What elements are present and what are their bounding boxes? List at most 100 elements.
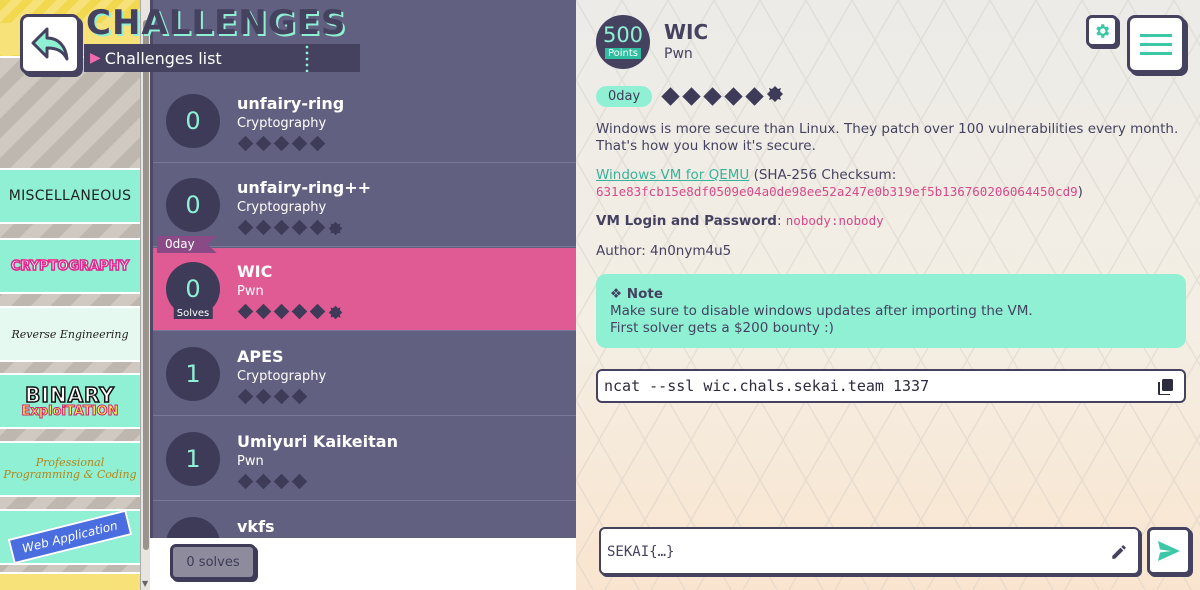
difficulty-diamond-icon (703, 86, 722, 106)
challenge-row[interactable]: 0 Solves WIC Pwn (153, 248, 576, 331)
challenge-name: vkfs (237, 517, 275, 536)
challenge-row[interactable]: 1 Umiyuri Kaikeitan Pwn (153, 418, 576, 501)
difficulty-diamond-icon (291, 388, 308, 405)
solve-count-value: 0 (185, 107, 201, 135)
back-button[interactable] (20, 14, 80, 74)
difficulty-diamond-icon (309, 219, 326, 236)
submit-flag-button[interactable] (1147, 527, 1191, 575)
points-badge: 500 Points (596, 15, 650, 69)
menu-button[interactable] (1127, 15, 1185, 73)
challenge-category: Pwn (237, 454, 264, 469)
download-vm-link[interactable]: Windows VM for QEMU (596, 167, 749, 183)
difficulty-rating (237, 135, 326, 152)
solve-count-value: 1 (185, 445, 201, 473)
category-ppc-label: Professional Programming & Coding (3, 455, 137, 481)
category-binary-exploitation[interactable]: BINARY ExploiTATION (0, 373, 140, 429)
connection-command[interactable]: ncat --ssl wic.chals.sekai.team 1337 (596, 369, 1186, 403)
difficulty-diamond-icon (682, 86, 701, 106)
challenge-row[interactable]: 1 APES Cryptography (153, 333, 576, 416)
category-web[interactable]: Web Application (0, 509, 140, 565)
difficulty-diamond-icon (291, 473, 308, 490)
category-cryptography[interactable]: CRYPTOGRAPHY (0, 238, 140, 294)
difficulty-diamond-icon (661, 86, 680, 106)
difficulty-max-icon (327, 304, 344, 325)
difficulty-diamond-icon (291, 219, 308, 236)
challenge-detail: 500 Points WIC Pwn 0day Windows is more … (576, 0, 1200, 590)
solve-count-value: 0 (185, 275, 201, 303)
vm-login-sep: : (776, 213, 786, 229)
solve-count: 0 (166, 94, 220, 148)
solve-count-value: 1 (185, 360, 201, 388)
difficulty-diamond-icon (745, 86, 764, 106)
flag-input[interactable] (607, 539, 1107, 565)
solve-count: 1 (166, 347, 220, 401)
category-programming[interactable]: Professional Programming & Coding (0, 441, 140, 497)
hamburger-icon (1140, 33, 1172, 37)
category-sidebar: All MISCELLANEOUS CRYPTOGRAPHY Reverse E… (0, 0, 150, 590)
page-subtitle-bar: ▶ Challenges list (84, 44, 360, 72)
checksum-close: ) (1077, 183, 1083, 200)
note-line-2: First solver gets a $200 bounty :) (610, 319, 834, 336)
challenge-files: Windows VM for QEMU (SHA-256 Checksum: 6… (596, 167, 1186, 201)
difficulty-diamond-icon (309, 303, 326, 320)
difficulty-diamond-icon (237, 388, 254, 405)
connection-command-text: ncat --ssl wic.chals.sekai.team 1337 (604, 377, 930, 395)
play-triangle-icon: ▶ (90, 50, 101, 66)
flag-input-wrapper (599, 527, 1140, 575)
difficulty-diamond-icon (237, 473, 254, 490)
note-box: ❖ Note Make sure to disable windows upda… (596, 274, 1186, 348)
vm-login-pass: nobody (838, 213, 884, 228)
sidebar-scrollbar[interactable]: ▼ (140, 0, 150, 590)
challenge-name: Umiyuri Kaikeitan (237, 432, 398, 451)
challenge-row[interactable]: vkfs (153, 503, 576, 538)
challenge-category: Cryptography (237, 369, 327, 384)
category-miscellaneous[interactable]: MISCELLANEOUS (0, 168, 140, 224)
challenge-category: Cryptography (237, 116, 327, 131)
difficulty-diamond-icon (291, 303, 308, 320)
scrollbar-thumb[interactable] (143, 20, 149, 550)
challenge-title: WIC (664, 20, 709, 44)
hamburger-line (1140, 51, 1172, 55)
difficulty-diamond-icon (255, 303, 272, 320)
difficulty-diamond-icon (724, 86, 743, 106)
difficulty-diamond-icon (273, 219, 290, 236)
checksum-label: (SHA-256 Checksum: (749, 167, 897, 183)
scroll-down-arrow-icon[interactable]: ▼ (142, 579, 148, 588)
points-value: 500 (602, 23, 644, 47)
challenge-row[interactable]: 0 unfairy-ring Cryptography (153, 80, 576, 163)
challenge-author: Author: 4n0nym4u5 (596, 243, 732, 259)
points-label: Points (604, 48, 642, 59)
gear-icon (1096, 24, 1110, 38)
challenge-category: Cryptography (237, 200, 327, 215)
difficulty-max-icon (765, 84, 785, 108)
challenge-description: Windows is more secure than Linux. They … (596, 121, 1179, 154)
checksum-value: 631e83fcb15e8df0509e04a0de98ee52a247e0b3… (596, 183, 1078, 199)
category-bin-label-bottom: ExploiTATION (21, 403, 119, 419)
difficulty-diamond-icon (309, 135, 326, 152)
challenge-name: unfairy-ring++ (237, 178, 372, 197)
difficulty-diamond-icon (291, 135, 308, 152)
difficulty-diamond-icon (255, 388, 272, 405)
page-subtitle: Challenges list (104, 48, 222, 68)
challenge-row[interactable]: 0 unfairy-ring++ Cryptography (153, 164, 576, 247)
difficulty-rating (237, 219, 344, 241)
challenge-category: Pwn (237, 284, 264, 299)
difficulty-diamond-icon (273, 388, 290, 405)
category-more[interactable] (0, 572, 140, 590)
category-misc-label: MISCELLANEOUS (8, 188, 132, 204)
settings-button[interactable] (1086, 15, 1118, 47)
send-icon (1158, 541, 1180, 561)
difficulty-diamond-icon (273, 135, 290, 152)
copy-icon[interactable] (1158, 378, 1174, 399)
solve-count: 0 (166, 178, 220, 232)
difficulty-max-icon (327, 220, 344, 241)
solves-filter-button[interactable]: 0 solves (170, 544, 256, 580)
challenge-category: Pwn (664, 46, 693, 62)
difficulty-diamond-icon (273, 473, 290, 490)
page-title: CHALLENGES (86, 3, 347, 43)
category-reverse-engineering[interactable]: Reverse Engineering (0, 306, 140, 362)
solve-count: 1 (166, 432, 220, 486)
zero-day-tag: 0day (596, 85, 653, 107)
solve-count: 0 Solves (166, 262, 220, 319)
difficulty-rating (660, 84, 785, 108)
